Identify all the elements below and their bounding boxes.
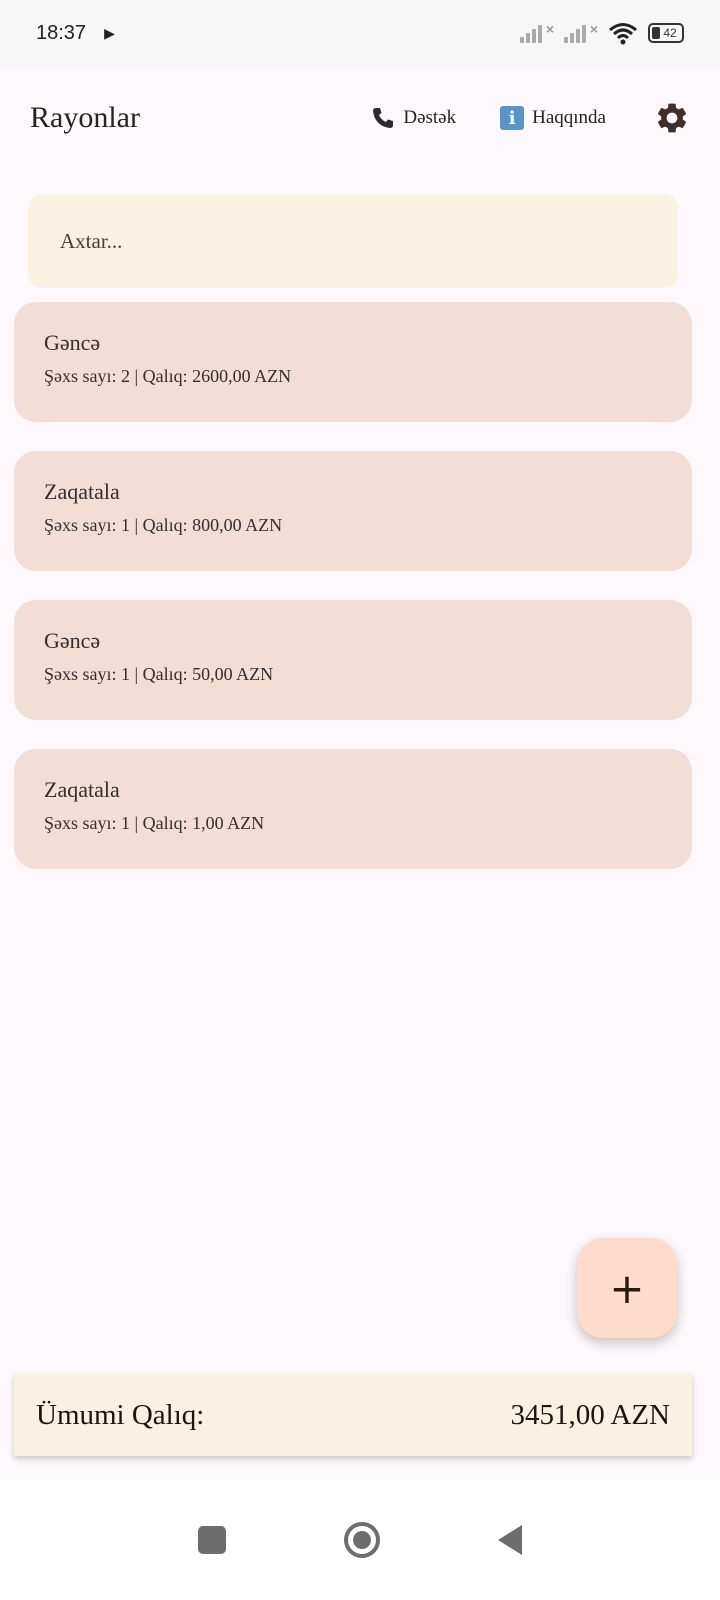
status-bar: 18:37 ▶ × × 42 — [0, 0, 720, 66]
battery-level: 42 — [663, 26, 677, 40]
region-summary: Şəxs sayı: 1 | Qalıq: 50,00 AZN — [44, 664, 274, 684]
app-bar: Rayonlar Dəstək i Haqqında — [0, 66, 720, 170]
battery-icon: 42 — [648, 23, 684, 43]
status-icons: × × 42 — [520, 21, 684, 45]
about-button[interactable]: i Haqqında — [500, 106, 606, 130]
about-label: Haqqında — [532, 107, 606, 128]
plus-icon: + — [609, 1263, 645, 1313]
search-placeholder: Axtar... — [60, 228, 123, 253]
system-nav-bar — [0, 1480, 720, 1600]
media-play-icon: ▶ — [104, 24, 115, 41]
home-icon[interactable] — [344, 1522, 380, 1558]
region-name: Gəncə — [44, 330, 101, 355]
support-button[interactable]: Dəstək — [371, 106, 456, 130]
search-input[interactable]: Axtar... — [28, 194, 678, 288]
region-card[interactable]: Zaqatala Şəxs sayı: 1 | Qalıq: 800,00 AZ… — [14, 451, 692, 571]
recent-apps-icon[interactable] — [198, 1526, 226, 1554]
phone-icon — [373, 108, 394, 128]
gear-icon[interactable] — [654, 100, 690, 136]
region-card[interactable]: Gəncə Şəxs sayı: 1 | Qalıq: 50,00 AZN — [14, 600, 692, 720]
total-value: 3451,00 AZN — [510, 1398, 671, 1431]
signal-icon-sim2: × — [564, 21, 598, 43]
region-name: Zaqatala — [44, 479, 120, 504]
region-summary: Şəxs sayı: 1 | Qalıq: 1,00 AZN — [44, 813, 265, 833]
signal-icon-sim1: × — [520, 21, 554, 43]
wifi-icon — [609, 23, 637, 45]
total-balance-bar: Ümumi Qalıq: 3451,00 AZN — [14, 1374, 692, 1456]
region-list: Gəncə Şəxs sayı: 2 | Qalıq: 2600,00 AZN … — [14, 302, 692, 898]
add-region-button[interactable]: + — [577, 1238, 677, 1338]
info-icon: i — [500, 106, 525, 130]
page-title: Rayonlar — [30, 101, 140, 134]
region-summary: Şəxs sayı: 1 | Qalıq: 800,00 AZN — [44, 515, 283, 535]
back-icon[interactable] — [498, 1525, 522, 1555]
region-card[interactable]: Zaqatala Şəxs sayı: 1 | Qalıq: 1,00 AZN — [14, 749, 692, 869]
region-name: Zaqatala — [44, 777, 120, 802]
region-name: Gəncə — [44, 628, 101, 653]
region-card[interactable]: Gəncə Şəxs sayı: 2 | Qalıq: 2600,00 AZN — [14, 302, 692, 422]
total-label: Ümumi Qalıq: — [36, 1398, 205, 1431]
support-label: Dəstək — [403, 107, 457, 128]
region-summary: Şəxs sayı: 2 | Qalıq: 2600,00 AZN — [44, 366, 292, 386]
app-bar-actions: Dəstək i Haqqında — [371, 100, 690, 136]
status-time: 18:37 — [36, 21, 87, 44]
